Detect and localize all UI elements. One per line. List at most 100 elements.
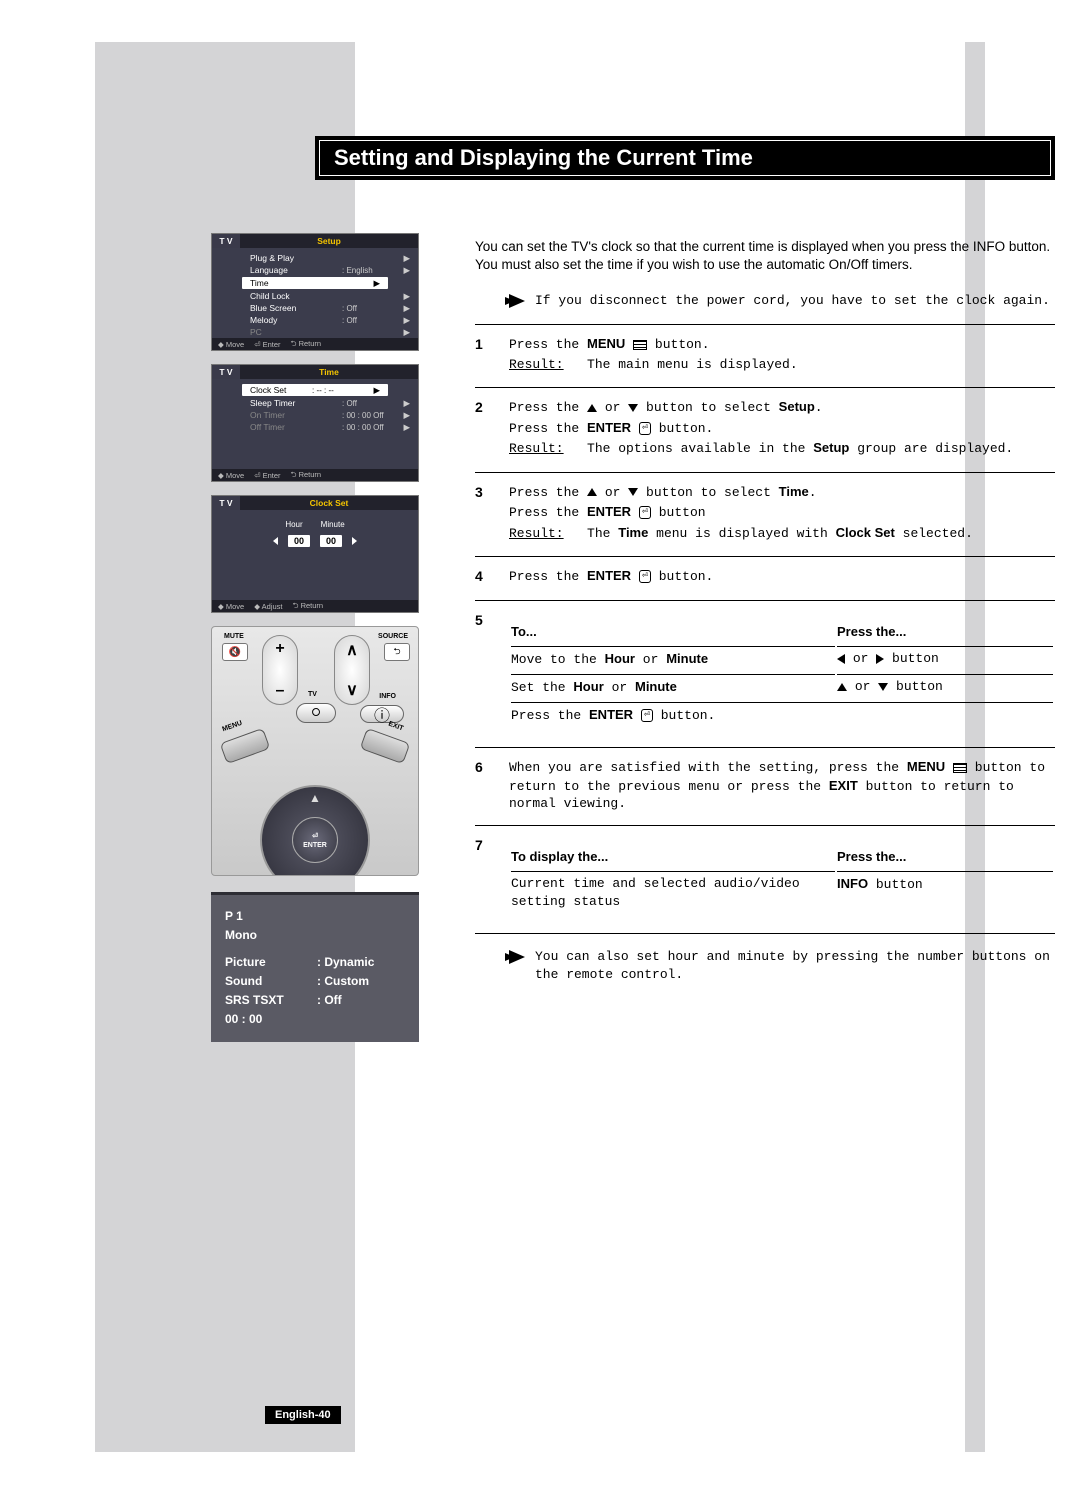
osd-row: Child Lock▶: [212, 290, 418, 302]
menu-icon: [633, 340, 647, 350]
up-triangle-icon: [587, 488, 597, 496]
osd-row: PC▶: [212, 326, 418, 338]
step-3: 3 Press the or button to select Time. Pr…: [475, 472, 1055, 557]
warning-note: If you disconnect the power cord, you ha…: [509, 292, 1055, 310]
plus-icon: +: [275, 640, 284, 658]
volume-rocker: + –: [262, 635, 298, 705]
enter-button: ⏎ ENTER: [292, 817, 338, 863]
section-title-bar: Setting and Displaying the Current Time: [315, 136, 1055, 180]
step-4: 4 Press the ENTER ⏎ button.: [475, 556, 1055, 600]
osd-row: Plug & Play▶: [212, 252, 418, 264]
right-arrow-icon: [352, 537, 357, 545]
enter-icon: ⏎: [639, 506, 651, 519]
col-press: Press the...: [837, 844, 1053, 870]
osd-footer-return: ⮌ Return: [291, 338, 322, 351]
up-triangle-icon: [837, 683, 847, 691]
osd-row: Melody: Off▶: [212, 314, 418, 326]
mute-label: MUTE: [224, 633, 244, 640]
clock-minute-label: Minute: [321, 520, 345, 529]
info-label: INFO: [379, 693, 396, 700]
instructions-column: You can set the TV's clock so that the c…: [475, 238, 1055, 997]
intro-paragraph: You can set the TV's clock so that the c…: [475, 238, 1055, 274]
tv-button-icon: ⭘: [296, 703, 336, 723]
osd-row: Blue Screen: Off▶: [212, 302, 418, 314]
right-triangle-icon: [876, 654, 884, 664]
osd-tv-label: T V: [212, 496, 240, 510]
info-time: 00 : 00: [225, 1012, 262, 1026]
left-arrow-icon: [273, 537, 278, 545]
up-triangle-icon: [587, 404, 597, 412]
info-row: SoundCustom: [225, 974, 405, 988]
warning-text: If you disconnect the power cord, you ha…: [535, 292, 1050, 310]
step-6: 6 When you are satisfied with the settin…: [475, 747, 1055, 825]
exit-label: EXIT: [388, 721, 405, 733]
enter-label: ENTER: [303, 842, 327, 849]
osd-footer-move: ◆ Move: [218, 471, 244, 480]
osd-setup-menu: T V Setup Plug & Play▶Language: English▶…: [211, 233, 419, 351]
down-triangle-icon: [878, 683, 888, 691]
clock-minute-field: 00: [320, 535, 342, 547]
footer-note-text: You can also set hour and minute by pres…: [535, 948, 1055, 983]
step-1: 1 Press the MENU button. Result: The mai…: [475, 324, 1055, 387]
osd-row: Time▶: [242, 277, 388, 289]
osd-time-title: Time: [240, 365, 418, 379]
osd-row: Language: English▶: [212, 264, 418, 276]
clock-hour-label: Hour: [285, 520, 302, 529]
down-triangle-icon: [628, 404, 638, 412]
page-background: Setting and Displaying the Current Time …: [95, 42, 985, 1452]
menu-icon: [953, 763, 967, 773]
clock-hour-field: 00: [288, 535, 310, 547]
osd-clockset-menu: T V Clock Set Hour Minute 00 00 ◆ Move ◆…: [211, 495, 419, 613]
down-triangle-icon: [628, 488, 638, 496]
osd-footer-enter: ⏎ Enter: [254, 340, 280, 349]
source-label: SOURCE: [378, 633, 408, 640]
osd-row: On Timer: 00 : 00 Off▶: [212, 409, 418, 421]
osd-row: Off Timer: 00 : 00 Off▶: [212, 421, 418, 433]
step-7: 7 To display the... Press the... Current…: [475, 825, 1055, 935]
remote-control-illustration: MUTE SOURCE 🔇 ⮌ + – ∧ ∨ TV ⭘ INFO ⓘ MENU…: [211, 626, 419, 876]
col-press: Press the...: [837, 619, 1053, 645]
page-number: English-40: [265, 1406, 341, 1424]
footer-note: You can also set hour and minute by pres…: [509, 948, 1055, 983]
enter-icon: ⏎: [639, 570, 651, 583]
down-arrow-icon: ▼: [309, 875, 321, 876]
osd-time-menu: T V Time Clock Set: -- : --▶Sleep Timer:…: [211, 364, 419, 482]
up-arrow-icon: ▲: [309, 791, 321, 805]
channel-rocker: ∧ ∨: [334, 635, 370, 705]
info-p: P 1: [225, 909, 243, 923]
exit-button-icon: [360, 728, 411, 764]
osd-footer-enter: ⏎ Enter: [254, 471, 280, 480]
nav-ring: ▲ ▼ ⏎ ENTER: [260, 785, 370, 876]
tv-label: TV: [308, 691, 317, 698]
info-mono: Mono: [225, 928, 257, 942]
source-button-icon: ⮌: [384, 643, 410, 661]
section-title: Setting and Displaying the Current Time: [319, 140, 1051, 176]
osd-tv-label: T V: [212, 365, 240, 379]
enter-icon: ⏎: [641, 709, 653, 722]
left-triangle-icon: [837, 654, 845, 664]
osd-clockset-title: Clock Set: [240, 496, 418, 510]
menu-button-icon: [220, 728, 271, 764]
menu-label: MENU: [221, 720, 243, 734]
info-row: SRS TSXTOff: [225, 993, 405, 1007]
enter-icon: ⏎: [639, 422, 651, 435]
osd-row: Sleep Timer: Off▶: [212, 397, 418, 409]
mute-button-icon: 🔇: [222, 643, 248, 661]
osd-footer-return: ⮌ Return: [291, 469, 322, 482]
up-chevron-icon: ∧: [346, 640, 358, 660]
step-2: 2 Press the or button to select Setup. P…: [475, 387, 1055, 472]
osd-footer-move: ◆ Move: [218, 602, 244, 611]
info-button-icon: ⓘ: [360, 705, 404, 723]
minus-icon: –: [276, 682, 285, 700]
enter-icon: ⏎: [312, 832, 318, 840]
osd-setup-title: Setup: [240, 234, 418, 248]
pointer-icon: [509, 950, 525, 964]
info-status-box: P 1 Mono PictureDynamicSoundCustomSRS TS…: [211, 892, 419, 1042]
osd-footer-adjust: ◆ Adjust: [254, 602, 282, 611]
osd-footer-move: ◆ Move: [218, 340, 244, 349]
osd-row: Clock Set: -- : --▶: [242, 384, 388, 396]
osd-tv-label: T V: [212, 234, 240, 248]
col-to: To...: [511, 619, 835, 645]
col-to-display: To display the...: [511, 844, 835, 870]
pointer-icon: [509, 294, 525, 308]
